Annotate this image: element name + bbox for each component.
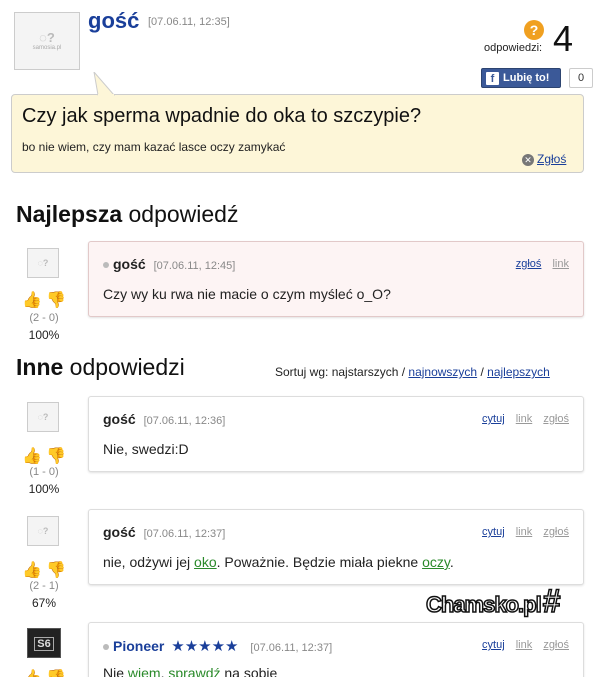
thumbs-down-icon[interactable]: 👎 (46, 446, 66, 466)
thumbs-down-icon[interactable]: 👎 (46, 560, 66, 580)
author-dot-icon (103, 262, 109, 269)
vote-percent: 67% (31, 596, 57, 610)
thumbs-up-icon[interactable]: 👍 (22, 290, 42, 310)
sort-newest-link[interactable]: najnowszych (408, 365, 477, 379)
hashtag-icon: # (542, 582, 561, 620)
quote-link[interactable]: cytuj (482, 526, 505, 538)
thumbs-down-icon[interactable]: 👎 (46, 668, 66, 677)
answer-text: Czy wy ku rwa nie macie o czym myśleć o_… (103, 286, 391, 302)
answer-card: gość [07.06.11, 12:36] cytuj link zgłoś … (88, 396, 584, 472)
answer-text: Nie, swedzi:D (103, 441, 189, 457)
answer-timestamp: [07.06.11, 12:36] (143, 415, 226, 427)
answer-avatar: ◌? (27, 402, 59, 432)
thumbs-up-icon[interactable]: 👍 (22, 560, 42, 580)
vote-count: (2 - 0) (29, 312, 59, 324)
keyword-link[interactable]: oko (194, 554, 217, 570)
vote-percent: 100% (28, 482, 60, 496)
answer-avatar: S6 (27, 628, 61, 658)
question-box: Czy jak sperma wpadnie do oka to szczypi… (11, 94, 584, 173)
permalink[interactable]: link (516, 413, 533, 425)
like-count: 0 (569, 68, 593, 88)
question-author[interactable]: gość (88, 8, 139, 34)
answer-author[interactable]: Pioneer (113, 638, 164, 654)
report-link[interactable]: zgłoś (543, 413, 569, 425)
vote-count: (2 - 1) (29, 580, 59, 592)
vote-percent: 100% (28, 328, 60, 342)
best-answer-card: gość [07.06.11, 12:45] zgłoś link Czy wy… (88, 241, 584, 317)
keyword-link[interactable]: oczy (422, 554, 450, 570)
thumbs-down-icon[interactable]: 👎 (46, 290, 66, 310)
quote-link[interactable]: cytuj (482, 413, 505, 425)
answer-timestamp: [07.06.11, 12:37] (143, 528, 226, 540)
report-link[interactable]: zgłoś (543, 526, 569, 538)
answer-author[interactable]: gość (103, 524, 136, 540)
answer-timestamp: [07.06.11, 12:37] (250, 642, 333, 654)
facebook-like-button[interactable]: f Lubię to! (481, 68, 561, 88)
sort-controls: Sortuj wg: najstarszych / najnowszych / … (275, 365, 550, 379)
avatar-site-label: samosia.pl (32, 45, 62, 51)
question-avatar: ◌? samosia.pl (14, 12, 80, 70)
thumbs-up-icon[interactable]: 👍 (22, 446, 42, 466)
question-title: Czy jak sperma wpadnie do oka to szczypi… (22, 105, 422, 127)
sort-best-link[interactable]: najlepszych (487, 365, 550, 379)
answer-text: Nie wiem, sprawdź na sobie (103, 665, 277, 677)
best-answer-heading: Najlepsza odpowiedź (16, 201, 239, 227)
question-badge-icon: ? (524, 20, 544, 40)
question-bubble-tail (93, 72, 116, 96)
like-label: Lubię to! (503, 72, 550, 84)
question-timestamp: [07.06.11, 12:35] (148, 16, 230, 28)
answer-text: nie, odżywi jej oko. Poważnie. Będzie mi… (103, 554, 454, 570)
author-dot-icon (103, 644, 109, 651)
keyword-link[interactable]: sprawdź (168, 665, 220, 677)
answer-card: Pioneer ★★★★★ [07.06.11, 12:37] cytuj li… (88, 622, 584, 677)
other-answers-heading: Inne odpowiedzi (16, 354, 185, 380)
question-body: bo nie wiem, czy mam kazać lasce oczy za… (22, 140, 286, 154)
quote-link[interactable]: cytuj (482, 639, 505, 651)
report-icon: ✕ (522, 154, 534, 166)
answers-count: 4 (553, 18, 574, 59)
answer-author[interactable]: gość (103, 411, 136, 427)
answer-author[interactable]: gość (113, 256, 146, 272)
report-link[interactable]: zgłoś (543, 639, 569, 651)
rating-stars-icon: ★★★★★ (171, 638, 239, 655)
vote-count: (1 - 0) (29, 466, 59, 478)
keyword-link[interactable]: wiem (128, 665, 161, 677)
report-link[interactable]: zgłoś (516, 258, 542, 270)
answers-label: odpowiedzi: (484, 42, 543, 54)
sort-label: Sortuj wg: najstarszych / (275, 365, 406, 379)
avatar-bubbles-icon: ◌? (39, 30, 55, 45)
answer-card: gość [07.06.11, 12:37] cytuj link zgłoś … (88, 509, 584, 585)
answer-timestamp: [07.06.11, 12:45] (153, 260, 236, 272)
permalink[interactable]: link (552, 258, 569, 270)
question-report-button[interactable]: ✕ Zgłoś (522, 152, 566, 166)
watermark-logo: Chamsko.pl# (425, 582, 561, 620)
permalink[interactable]: link (516, 526, 533, 538)
facebook-icon: f (486, 71, 499, 85)
best-answer-avatar: ◌? (27, 248, 59, 278)
thumbs-up-icon[interactable]: 👍 (22, 668, 42, 677)
permalink[interactable]: link (516, 639, 533, 651)
answer-avatar: ◌? (27, 516, 59, 546)
